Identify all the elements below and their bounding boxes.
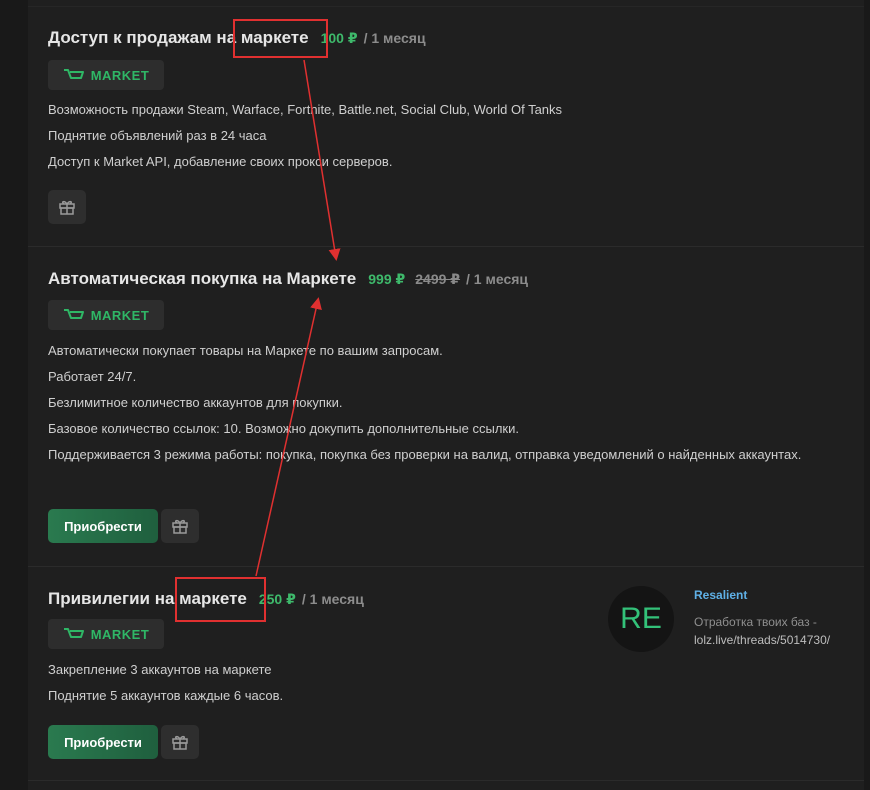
description-line: Поддерживается 3 режима работы: покупка,…: [48, 447, 802, 462]
product-period: / 1 месяц: [363, 30, 426, 46]
description-line: Возможность продажи Steam, Warface, Fort…: [48, 102, 563, 117]
user-status-link[interactable]: lolz.live/threads/5014730/: [694, 633, 830, 647]
cart-icon: [63, 628, 84, 638]
section-divider: [28, 246, 864, 247]
product-description: Закрепление 3 аккаунтов на маркете Подня…: [48, 657, 588, 709]
description-line: Закрепление 3 аккаунтов на маркете: [48, 662, 272, 677]
product-price: 999 ₽: [368, 271, 406, 287]
product-description: Возможность продажи Steam, Warface, Fort…: [48, 97, 828, 175]
panel-top-border: [28, 6, 864, 7]
product-period: / 1 месяц: [301, 591, 364, 607]
product-price: 250 ₽: [258, 591, 296, 607]
description-line: Поднятие объявлений раз в 24 часа: [48, 128, 267, 143]
gift-button[interactable]: [161, 509, 199, 543]
products-panel: Доступ к продажам на маркете 100 ₽ / 1 м…: [28, 0, 864, 790]
cart-icon: [63, 69, 84, 79]
product-market-sales-access: Доступ к продажам на маркете 100 ₽ / 1 м…: [48, 28, 848, 224]
product-title: Доступ к продажам на маркете: [48, 28, 309, 47]
market-badge: MARKET: [48, 300, 164, 330]
product-title: Привилегии на маркете: [48, 589, 247, 608]
product-title: Автоматическая покупка на Маркете: [48, 269, 357, 288]
product-description: Автоматически покупает товары на Маркете…: [48, 338, 828, 468]
description-line: Работает 24/7.: [48, 369, 137, 384]
product-price: 100 ₽: [320, 30, 358, 46]
cart-icon: [63, 309, 84, 319]
gift-icon: [172, 519, 188, 534]
market-badge-label: MARKET: [90, 67, 150, 83]
description-line: Безлимитное количество аккаунтов для пок…: [48, 395, 343, 410]
section-divider: [28, 566, 864, 567]
user-status: Отработка твоих баз - lolz.live/threads/…: [694, 613, 842, 649]
description-line: Базовое количество ссылок: 10. Возможно …: [48, 421, 519, 436]
product-header: Доступ к продажам на маркете 100 ₽ / 1 м…: [48, 28, 848, 48]
gift-icon: [172, 735, 188, 750]
product-auto-buy: Автоматическая покупка на Маркете 999 ₽ …: [48, 269, 848, 543]
user-name-link[interactable]: Resalient: [694, 588, 747, 602]
user-status-text: Отработка твоих баз -: [694, 615, 817, 629]
market-badge: MARKET: [48, 60, 164, 90]
buy-button[interactable]: Приобрести: [48, 509, 158, 543]
product-period: / 1 месяц: [466, 271, 529, 287]
description-line: Автоматически покупает товары на Маркете…: [48, 343, 443, 358]
gift-button[interactable]: [48, 190, 86, 224]
gift-icon: [59, 200, 75, 215]
buy-button[interactable]: Приобрести: [48, 725, 158, 759]
section-divider: [28, 780, 864, 781]
gift-button[interactable]: [161, 725, 199, 759]
description-line: Поднятие 5 аккаунтов каждые 6 часов.: [48, 688, 284, 703]
user-avatar[interactable]: RE: [608, 586, 674, 652]
product-header: Автоматическая покупка на Маркете 999 ₽ …: [48, 269, 848, 289]
market-badge: MARKET: [48, 619, 164, 649]
product-old-price: 2499 ₽: [415, 271, 461, 287]
market-badge-label: MARKET: [90, 626, 150, 642]
market-badge-label: MARKET: [90, 307, 150, 323]
description-line: Доступ к Market API, добавление своих пр…: [48, 154, 393, 169]
